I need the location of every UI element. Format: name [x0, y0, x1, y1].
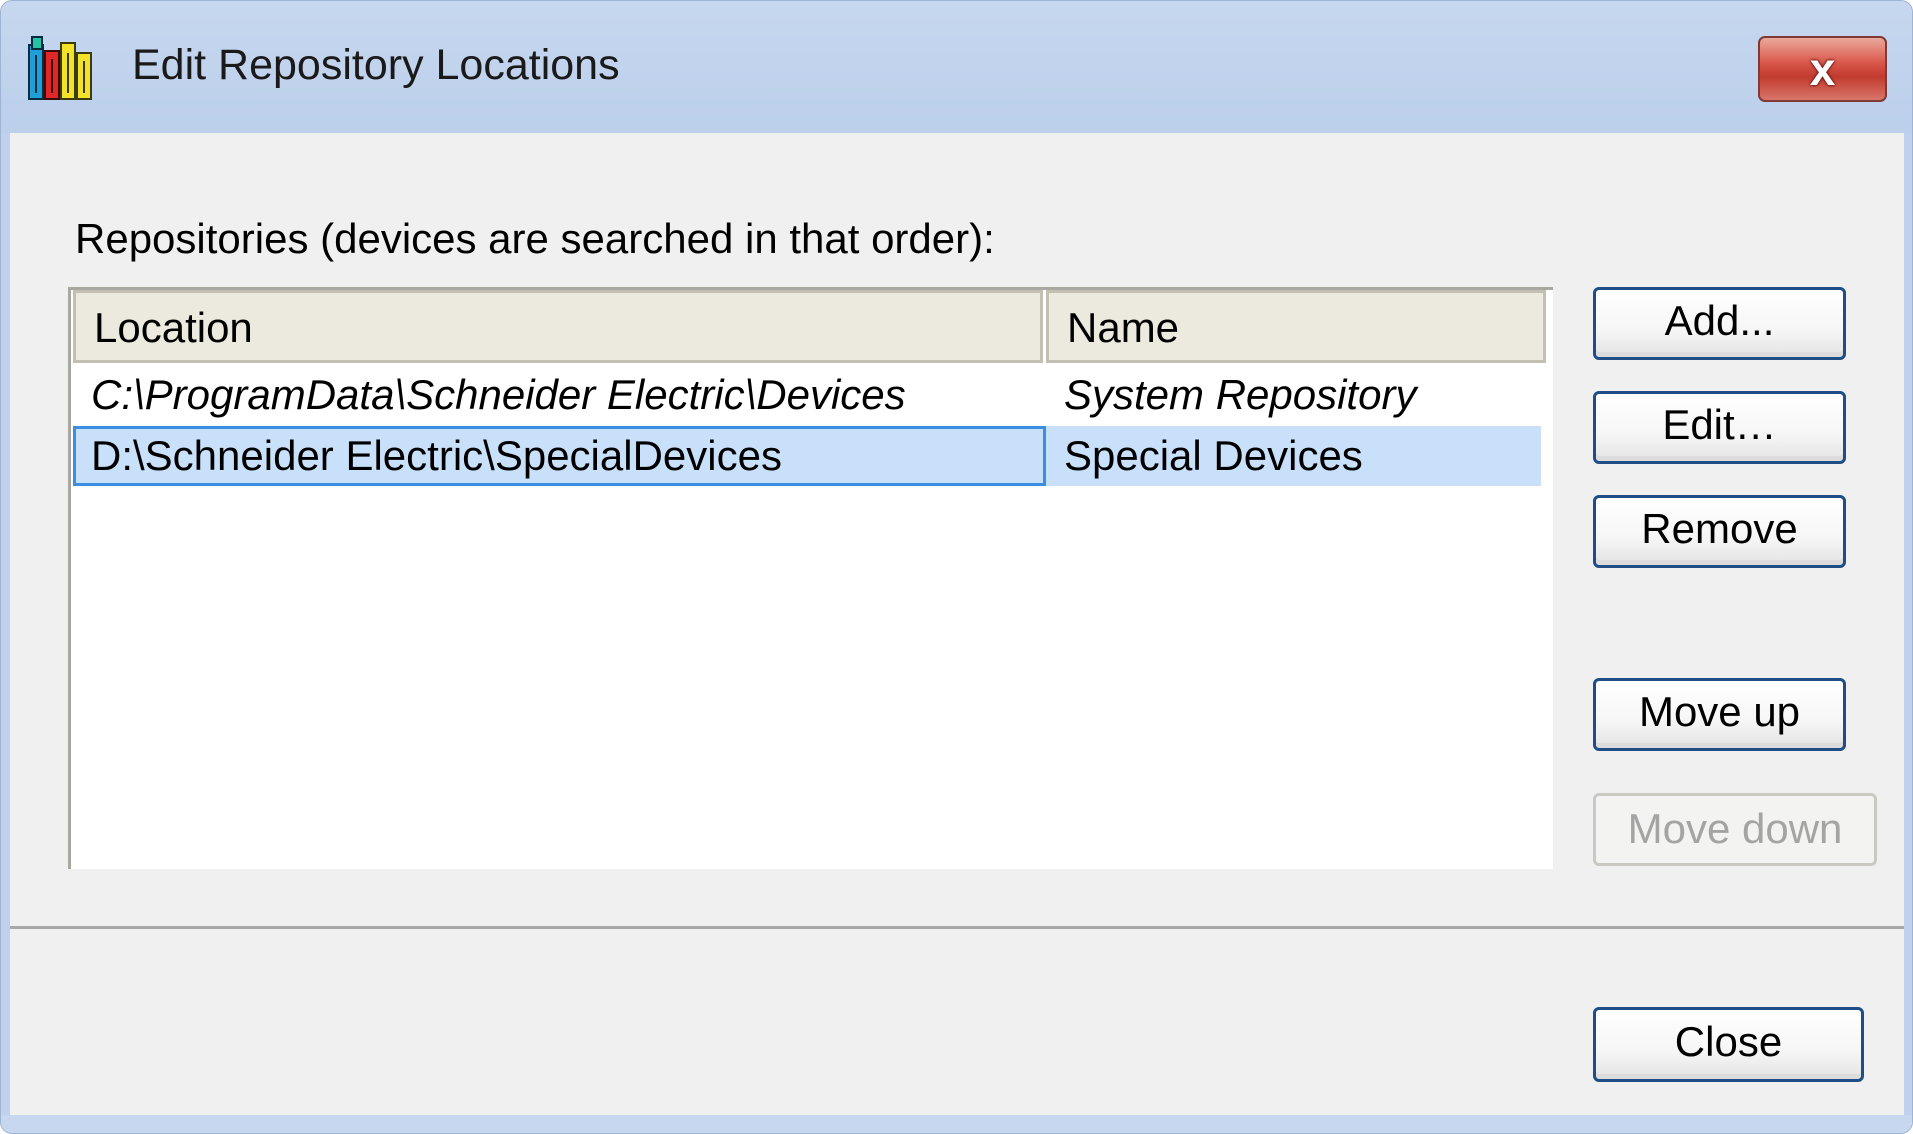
title-bar[interactable]: Edit Repository Locations x: [1, 1, 1912, 133]
name-cell: System Repository: [1064, 371, 1417, 418]
move-down-button: Move down: [1593, 793, 1877, 866]
location-cell: C:\ProgramData\Schneider Electric\Device…: [91, 371, 906, 418]
column-header-name[interactable]: Name: [1046, 290, 1546, 363]
name-cell: Special Devices: [1064, 432, 1363, 479]
location-cell: D:\Schneider Electric\SpecialDevices: [73, 426, 1046, 486]
window-bottom-border: [1, 1115, 1912, 1133]
close-button[interactable]: Close: [1593, 1007, 1864, 1082]
repository-books-icon: [28, 36, 92, 100]
dialog-window: Edit Repository Locations x Repositories…: [0, 0, 1913, 1134]
close-icon: x: [1809, 43, 1836, 95]
window-close-button[interactable]: x: [1758, 36, 1887, 102]
move-up-button[interactable]: Move up: [1593, 678, 1846, 751]
window-title: Edit Repository Locations: [132, 41, 620, 89]
table-row[interactable]: C:\ProgramData\Schneider Electric\Device…: [73, 365, 1541, 425]
remove-button[interactable]: Remove: [1593, 495, 1846, 568]
column-header-location[interactable]: Location: [73, 290, 1043, 363]
repositories-label: Repositories (devices are searched in th…: [75, 215, 995, 262]
dialog-body: Repositories (devices are searched in th…: [10, 133, 1904, 1115]
edit-button[interactable]: Edit…: [1593, 391, 1846, 464]
table-row-selected[interactable]: D:\Schneider Electric\SpecialDevices Spe…: [73, 426, 1541, 486]
separator-line: [10, 926, 1904, 929]
add-button[interactable]: Add...: [1593, 287, 1846, 360]
repository-list[interactable]: Location Name C:\ProgramData\Schneider E…: [68, 287, 1553, 869]
